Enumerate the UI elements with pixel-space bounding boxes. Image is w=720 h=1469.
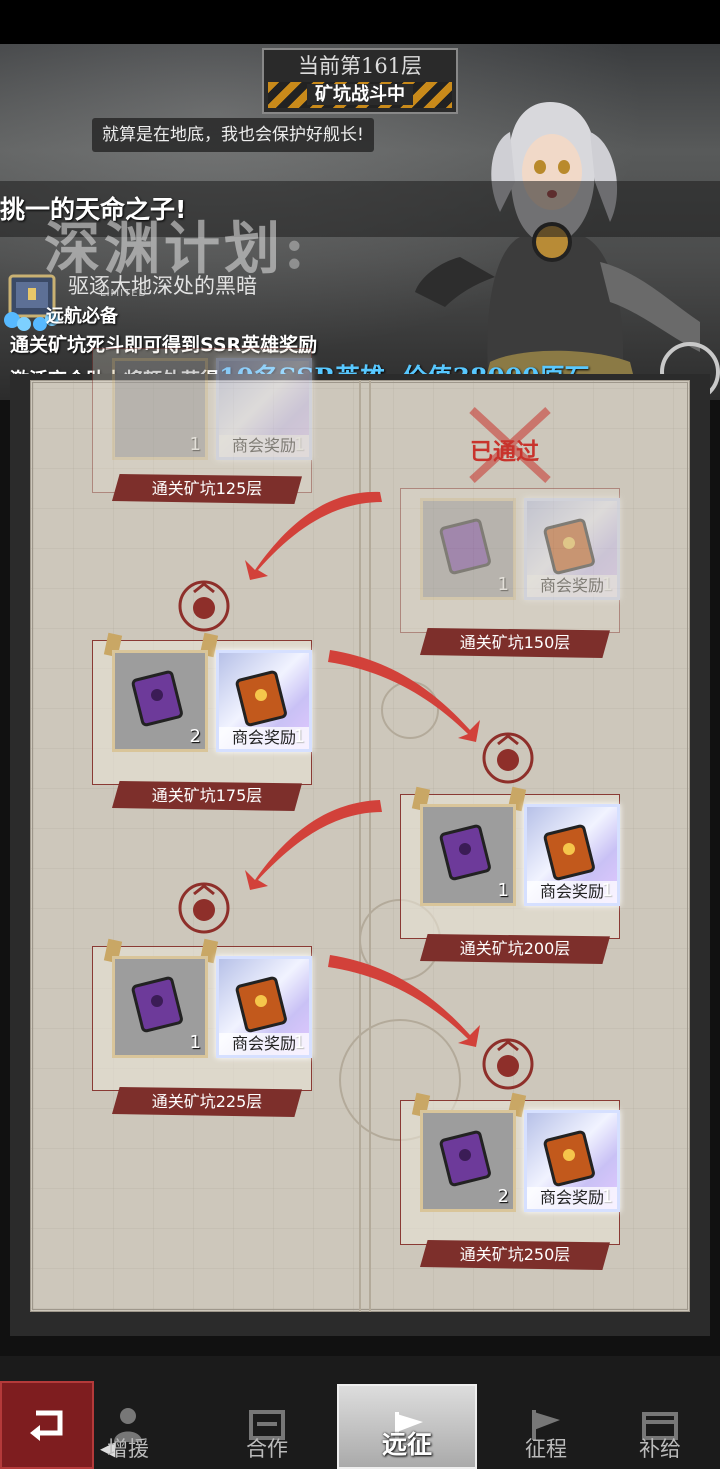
free-reward-count: 1 xyxy=(189,434,201,455)
boss-skull-icon[interactable] xyxy=(176,578,232,634)
shop-reward-card[interactable]: 1 商会奖励 xyxy=(216,956,312,1058)
shop-reward-card[interactable]: 1 商会奖励 xyxy=(524,804,620,906)
status-bar xyxy=(0,0,720,44)
boss-skull-icon[interactable] xyxy=(480,730,536,786)
floor-banner-175: 通关矿坑175层 xyxy=(112,781,302,811)
floor-banner-225: 通关矿坑225层 xyxy=(112,1087,302,1117)
shop-reward-label: 商会奖励 xyxy=(527,1187,617,1209)
shop-reward-card[interactable]: 1 商会奖励 xyxy=(216,358,312,460)
free-reward-count: 1 xyxy=(497,880,509,901)
free-reward-card[interactable]: 1 xyxy=(112,956,208,1058)
free-reward-card[interactable]: 2 xyxy=(420,1110,516,1212)
reward-node-200[interactable]: 1 1 商会奖励 xyxy=(400,786,620,954)
purple-book-icon xyxy=(439,518,491,575)
floor-banner-200: 通关矿坑200层 xyxy=(420,934,610,964)
free-reward-count: 1 xyxy=(189,1032,201,1053)
floor-banner-250: 通关矿坑250层 xyxy=(420,1240,610,1270)
shop-reward-label: 商会奖励 xyxy=(219,727,309,749)
nav-tab-label: 补给 xyxy=(639,1437,681,1461)
free-reward-card[interactable]: 1 xyxy=(420,498,516,600)
nav-tab-cooperate[interactable]: 合作 xyxy=(207,1384,327,1469)
shop-reward-label: 商会奖励 xyxy=(527,881,617,903)
orange-book-icon xyxy=(543,518,595,575)
shop-reward-label: 商会奖励 xyxy=(219,435,309,457)
shop-reward-card[interactable]: 1 商会奖励 xyxy=(524,498,620,600)
event-title-colon: : xyxy=(284,216,309,282)
reward-node-225[interactable]: 1 1 商会奖励 xyxy=(92,938,312,1106)
current-floor-text: 当前第161层 xyxy=(297,54,423,78)
event-subtitle: 驱逐大地深处的黑暗 xyxy=(68,274,257,298)
purple-book-icon xyxy=(131,670,183,727)
nav-tab-supply[interactable]: 补给 xyxy=(600,1384,720,1469)
floor-banner-150: 通关矿坑150层 xyxy=(420,628,610,658)
purple-book-icon xyxy=(439,824,491,881)
orange-book-icon xyxy=(235,670,287,727)
reward-node-250[interactable]: 2 1 商会奖励 xyxy=(400,1092,620,1260)
reward-node-175[interactable]: 2 1 商会奖励 xyxy=(92,632,312,800)
back-arrow-icon xyxy=(30,1410,63,1441)
mode-text: 矿坑战斗中 xyxy=(307,84,413,105)
free-reward-card[interactable]: 2 xyxy=(112,650,208,752)
free-reward-count: 1 xyxy=(497,574,509,595)
reward-node-150[interactable]: 1 1 商会奖励 xyxy=(400,488,620,648)
floor-plate: 当前第161层 矿坑战斗中 xyxy=(262,48,458,114)
nav-tab-label: 征程 xyxy=(525,1437,567,1461)
shop-reward-card[interactable]: 1 商会奖励 xyxy=(524,1110,620,1212)
purple-book-icon xyxy=(131,976,183,1033)
orange-book-icon xyxy=(543,1130,595,1187)
mode-strip: 矿坑战斗中 xyxy=(268,82,452,108)
free-reward-card[interactable]: 1 xyxy=(420,804,516,906)
essential-label: 远航必备 xyxy=(46,306,118,327)
shop-reward-card[interactable]: 1 商会奖励 xyxy=(216,650,312,752)
nav-tab-label: 远征 xyxy=(381,1430,432,1459)
purple-book-icon xyxy=(439,1130,491,1187)
free-reward-count: 2 xyxy=(189,726,201,747)
nav-tab-label: 合作 xyxy=(246,1437,288,1461)
limited-tag: LIMITED xyxy=(100,288,148,299)
floor-banner-125: 通关矿坑125层 xyxy=(112,474,302,504)
shop-reward-label: 商会奖励 xyxy=(219,1033,309,1055)
event-header: 当前第161层 矿坑战斗中 就算是在地底，我也会保护好舰长! 深渊计划: 挑一的… xyxy=(0,44,720,400)
nav-tab-journey[interactable]: 征程 xyxy=(486,1384,606,1469)
orange-book-icon xyxy=(543,824,595,881)
shop-reward-label: 商会奖励 xyxy=(527,575,617,597)
nav-tab-label: 增援 xyxy=(107,1437,149,1461)
passed-label: 已通过 xyxy=(470,439,539,465)
free-reward-card[interactable]: 1 xyxy=(112,358,208,460)
speech-bubble: 就算是在地底，我也会保护好舰长! xyxy=(92,118,374,152)
boss-skull-icon[interactable] xyxy=(176,880,232,936)
nav-tab-reinforce[interactable]: 增援 xyxy=(68,1384,188,1469)
slogan-text: 挑一的天命之子! xyxy=(0,195,187,224)
boss-skull-icon[interactable] xyxy=(480,1036,536,1092)
nav-tab-expedition[interactable]: 远征 xyxy=(337,1384,477,1469)
free-reward-count: 2 xyxy=(497,1186,509,1207)
orange-book-icon xyxy=(235,976,287,1033)
